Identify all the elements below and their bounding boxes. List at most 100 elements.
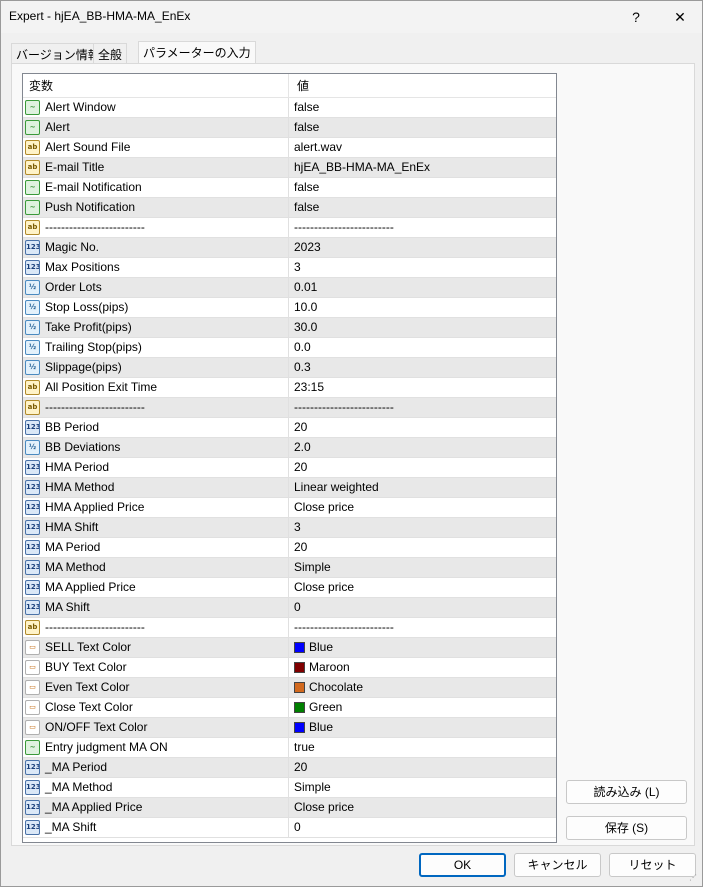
parameter-row[interactable]: ab ------------------------- -------------… (23, 618, 556, 638)
help-button[interactable]: ? (613, 1, 659, 33)
parameter-name-cell: 123 BB Period (23, 418, 289, 437)
parameter-value-cell[interactable]: false (289, 98, 556, 117)
parameter-row[interactable]: ▭ Even Text Color Chocolate (23, 678, 556, 698)
parameter-row[interactable]: ½ Take Profit(pips) 30.0 (23, 318, 556, 338)
parameter-value: Blue (309, 640, 334, 654)
parameter-row[interactable]: ~ Push Notification false (23, 198, 556, 218)
parameter-value-cell[interactable]: Simple (289, 558, 556, 577)
parameter-row[interactable]: ~ Alert false (23, 118, 556, 138)
parameter-value-cell[interactable]: alert.wav (289, 138, 556, 157)
parameter-value-cell[interactable]: 10.0 (289, 298, 556, 317)
parameter-value-cell[interactable]: 20 (289, 758, 556, 777)
parameter-value-cell[interactable]: 0 (289, 598, 556, 617)
parameter-row[interactable]: 123 MA Shift 0 (23, 598, 556, 618)
parameter-value: Simple (294, 780, 331, 794)
parameter-value-cell[interactable]: 20 (289, 418, 556, 437)
parameter-name: Max Positions (45, 260, 120, 274)
cancel-button[interactable]: キャンセル (514, 853, 601, 877)
parameter-value-cell[interactable]: 0 (289, 818, 556, 837)
reset-button[interactable]: リセット (609, 853, 696, 877)
parameter-row[interactable]: ▭ Close Text Color Green (23, 698, 556, 718)
parameter-value-cell[interactable]: false (289, 178, 556, 197)
load-button[interactable]: 読み込み (L) (566, 780, 687, 804)
close-button[interactable]: ✕ (657, 1, 703, 33)
parameter-row[interactable]: ab ------------------------- -------------… (23, 218, 556, 238)
parameter-value-cell[interactable]: 0.0 (289, 338, 556, 357)
parameter-row[interactable]: ½ Stop Loss(pips) 10.0 (23, 298, 556, 318)
parameter-row[interactable]: ½ Trailing Stop(pips) 0.0 (23, 338, 556, 358)
parameter-row[interactable]: ab All Position Exit Time 23:15 (23, 378, 556, 398)
parameter-name-cell: ½ Slippage(pips) (23, 358, 289, 377)
parameter-value-cell[interactable]: false (289, 198, 556, 217)
parameter-value-cell[interactable]: Chocolate (289, 678, 556, 697)
parameter-value: 10.0 (294, 300, 318, 314)
parameter-row[interactable]: ~ Entry judgment MA ON true (23, 738, 556, 758)
parameter-name-cell: ▭ Even Text Color (23, 678, 289, 697)
integer-param-icon: 123 (25, 460, 40, 475)
parameter-value-cell[interactable]: Green (289, 698, 556, 717)
parameter-value-cell[interactable]: ------------------------- (289, 398, 556, 417)
parameter-row[interactable]: 123 MA Method Simple (23, 558, 556, 578)
column-header-value[interactable]: 値 (289, 74, 555, 98)
parameter-row[interactable]: ▭ SELL Text Color Blue (23, 638, 556, 658)
parameter-value-cell[interactable]: Maroon (289, 658, 556, 677)
parameter-value-cell[interactable]: 0.01 (289, 278, 556, 297)
parameter-value-cell[interactable]: 0.3 (289, 358, 556, 377)
string-param-icon: ab (25, 620, 40, 635)
parameter-row[interactable]: 123 _MA Shift 0 (23, 818, 556, 838)
parameter-row[interactable]: 123 _MA Method Simple (23, 778, 556, 798)
save-button[interactable]: 保存 (S) (566, 816, 687, 840)
parameter-value-cell[interactable]: hjEA_BB-HMA-MA_EnEx (289, 158, 556, 177)
parameter-row[interactable]: 123 MA Period 20 (23, 538, 556, 558)
tab-version-info[interactable]: バージョン情報 (11, 43, 105, 63)
parameter-value-cell[interactable]: Close price (289, 578, 556, 597)
parameter-value-cell[interactable]: 3 (289, 258, 556, 277)
parameter-value-cell[interactable]: 23:15 (289, 378, 556, 397)
parameter-row[interactable]: ab Alert Sound File alert.wav (23, 138, 556, 158)
parameter-row[interactable]: 123 _MA Applied Price Close price (23, 798, 556, 818)
parameter-row[interactable]: ab E-mail Title hjEA_BB-HMA-MA_EnEx (23, 158, 556, 178)
integer-param-icon: 123 (25, 560, 40, 575)
parameter-row[interactable]: ▭ ON/OFF Text Color Blue (23, 718, 556, 738)
parameter-row[interactable]: 123 MA Applied Price Close price (23, 578, 556, 598)
parameter-value-cell[interactable]: 20 (289, 538, 556, 557)
parameter-row[interactable]: ab ------------------------- -------------… (23, 398, 556, 418)
parameter-row[interactable]: ~ E-mail Notification false (23, 178, 556, 198)
parameter-row[interactable]: ▭ BUY Text Color Maroon (23, 658, 556, 678)
parameter-row[interactable]: 123 HMA Period 20 (23, 458, 556, 478)
parameter-value-cell[interactable]: 30.0 (289, 318, 556, 337)
parameter-row[interactable]: 123 HMA Applied Price Close price (23, 498, 556, 518)
parameter-row[interactable]: ½ Order Lots 0.01 (23, 278, 556, 298)
parameter-value-cell[interactable]: Simple (289, 778, 556, 797)
parameter-row[interactable]: ½ BB Deviations 2.0 (23, 438, 556, 458)
ok-button[interactable]: OK (419, 853, 506, 877)
parameter-row[interactable]: 123 HMA Shift 3 (23, 518, 556, 538)
column-header-variable[interactable]: 変数 (23, 74, 289, 98)
parameter-row[interactable]: 123 _MA Period 20 (23, 758, 556, 778)
integer-param-icon: 123 (25, 260, 40, 275)
parameter-value-cell[interactable]: 20 (289, 458, 556, 477)
parameter-value-cell[interactable]: Linear weighted (289, 478, 556, 497)
parameter-value-cell[interactable]: 3 (289, 518, 556, 537)
parameter-row[interactable]: 123 HMA Method Linear weighted (23, 478, 556, 498)
parameter-value-cell[interactable]: 2.0 (289, 438, 556, 457)
parameter-row[interactable]: 123 Magic No. 2023 (23, 238, 556, 258)
resize-grip-icon[interactable]: ⋰ (689, 873, 699, 883)
integer-param-icon: 123 (25, 480, 40, 495)
parameter-grid[interactable]: 変数 値 ~ Alert Window false ~ Alert false ab Aler… (22, 73, 557, 843)
parameter-value-cell[interactable]: Blue (289, 718, 556, 737)
tab-input-parameters[interactable]: パラメーターの入力 (138, 41, 256, 63)
parameter-value-cell[interactable]: 2023 (289, 238, 556, 257)
parameter-value-cell[interactable]: Close price (289, 798, 556, 817)
parameter-value-cell[interactable]: ------------------------- (289, 618, 556, 637)
parameter-value-cell[interactable]: true (289, 738, 556, 757)
parameter-value-cell[interactable]: Close price (289, 498, 556, 517)
parameter-row[interactable]: 123 BB Period 20 (23, 418, 556, 438)
parameter-value-cell[interactable]: Blue (289, 638, 556, 657)
parameter-row[interactable]: ½ Slippage(pips) 0.3 (23, 358, 556, 378)
parameter-value-cell[interactable]: false (289, 118, 556, 137)
parameter-row[interactable]: ~ Alert Window false (23, 98, 556, 118)
parameter-row[interactable]: 123 Max Positions 3 (23, 258, 556, 278)
tab-general[interactable]: 全般 (93, 43, 128, 63)
parameter-value-cell[interactable]: ------------------------- (289, 218, 556, 237)
